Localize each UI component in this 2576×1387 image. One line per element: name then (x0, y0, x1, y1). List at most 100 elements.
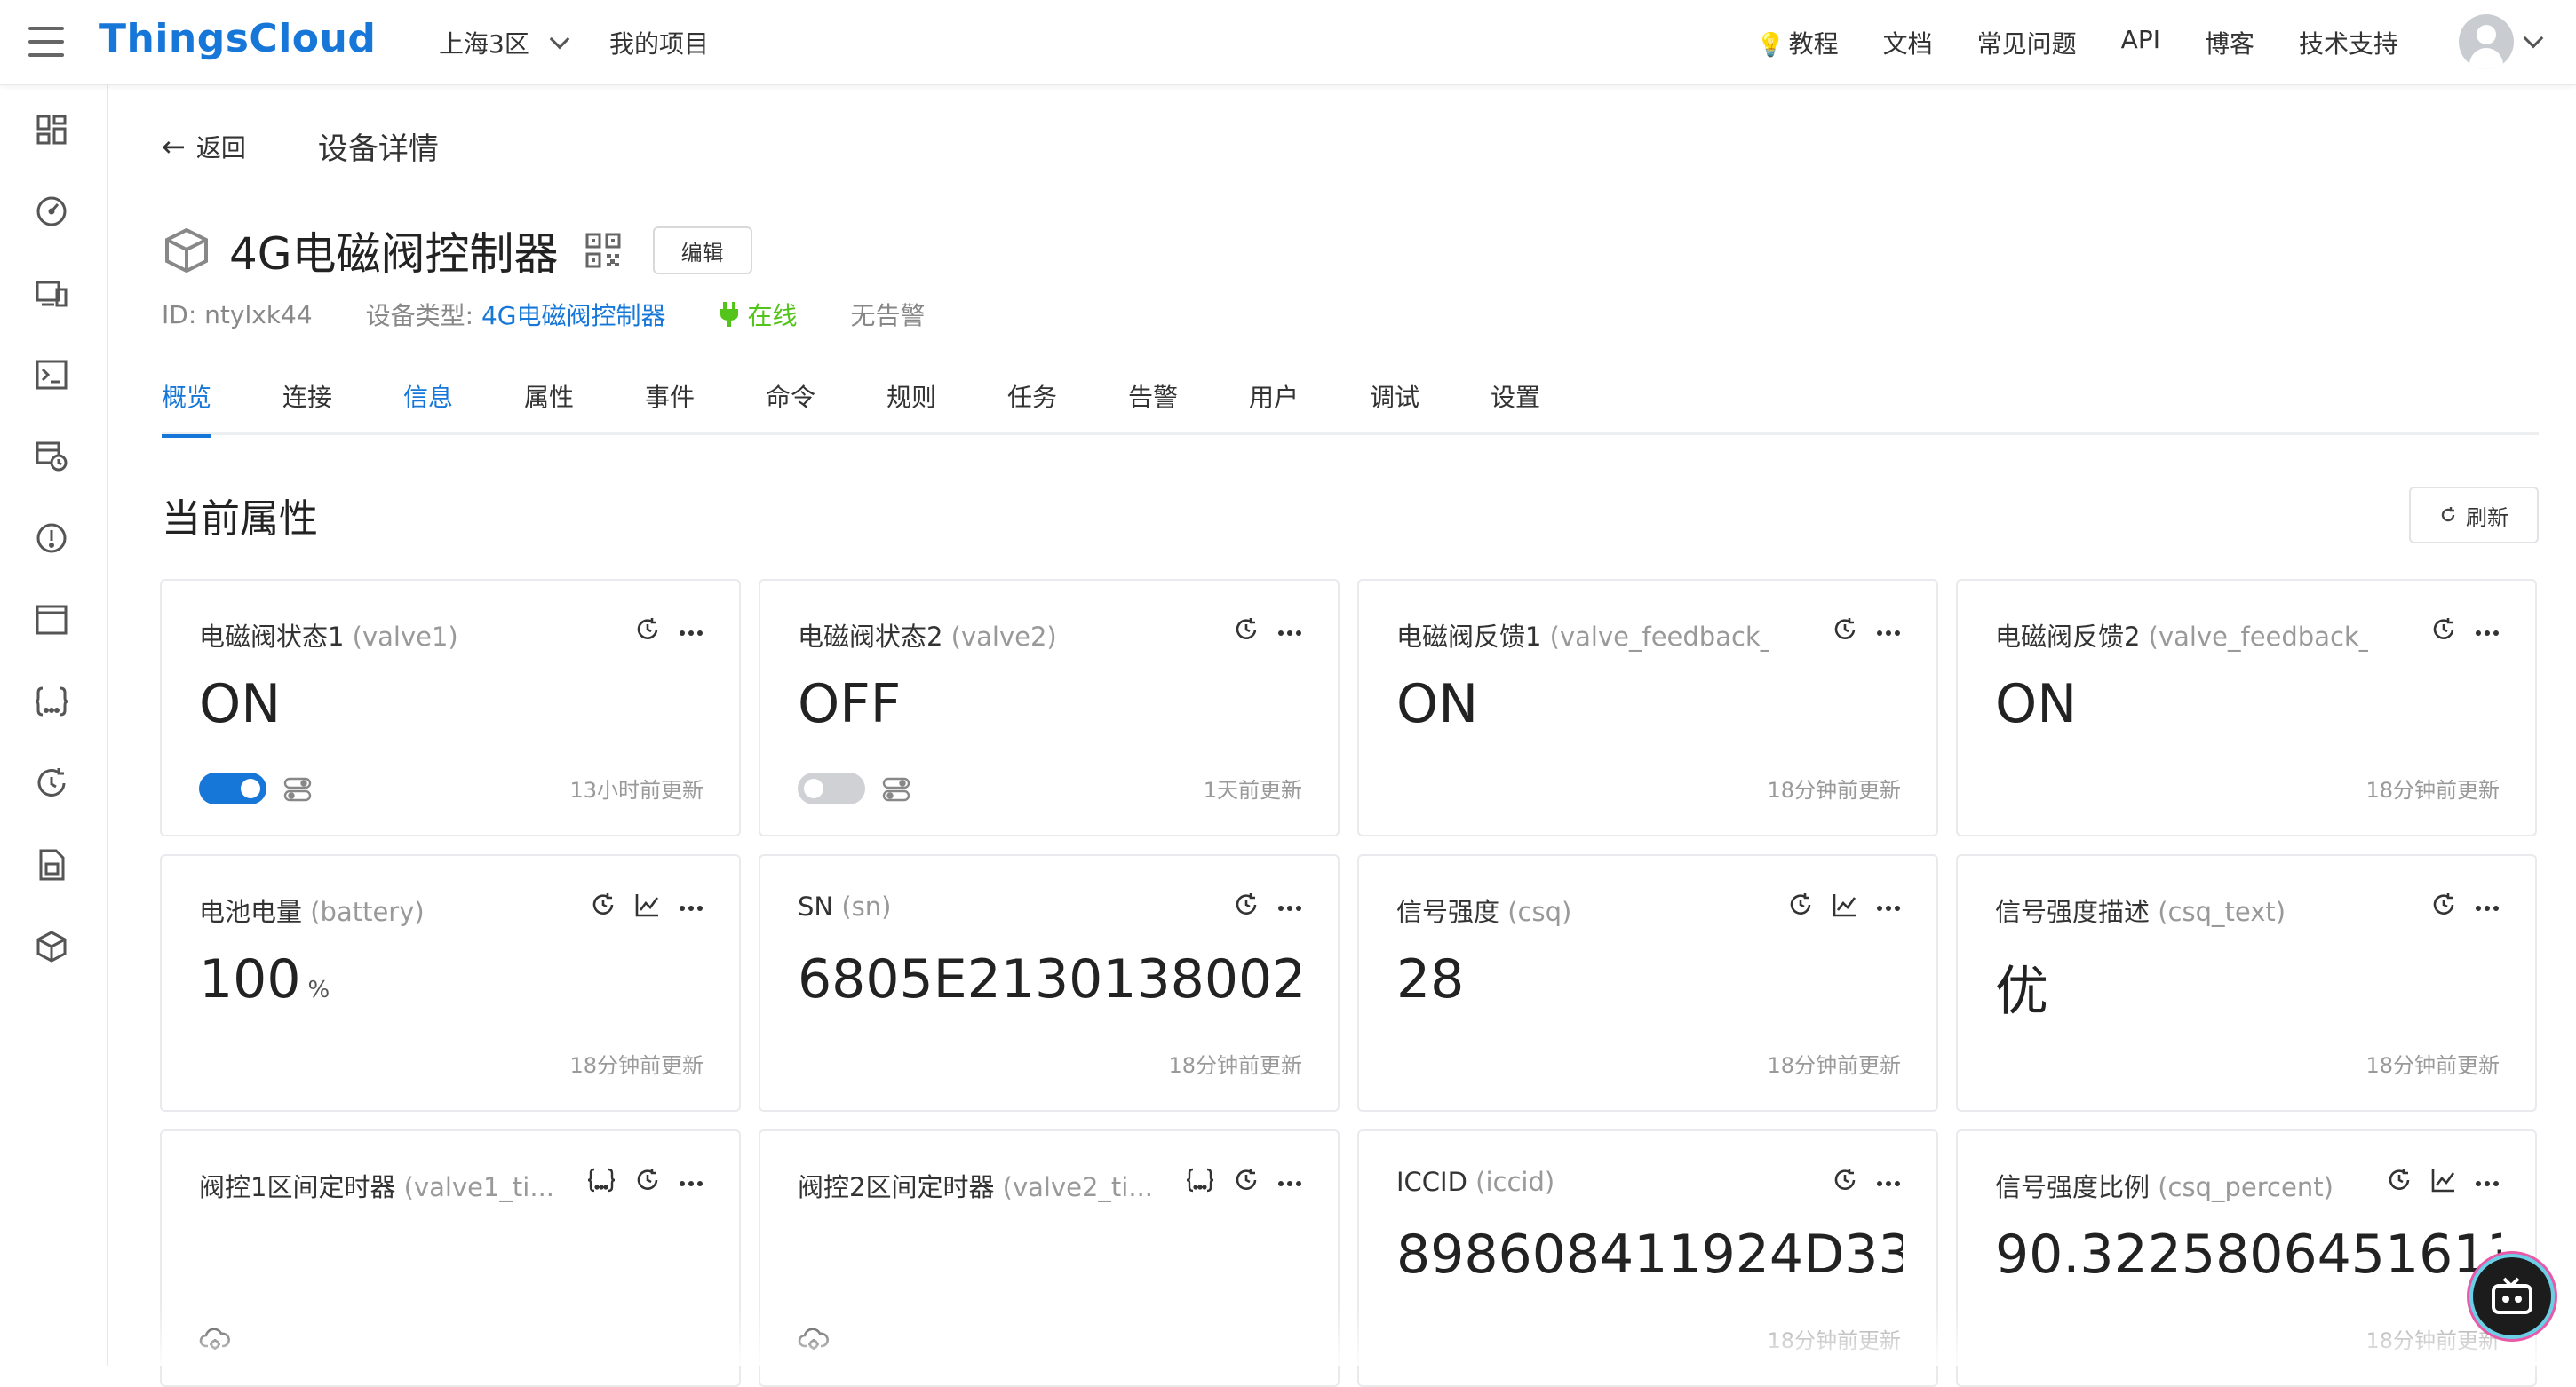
online-label: 在线 (748, 297, 798, 332)
tab-bar: 概览 连接 信息 属性 事件 命令 规则 任务 告警 用户 调试 设置 (162, 378, 2539, 435)
history-icon[interactable] (1832, 616, 1858, 646)
brand-logo[interactable]: ThingsCloud (99, 16, 376, 61)
chevron-down-icon (2524, 28, 2544, 49)
history-icon[interactable] (1233, 892, 1260, 922)
history-icon[interactable] (1787, 892, 1814, 922)
history-icon[interactable] (32, 764, 71, 803)
alert-icon[interactable] (32, 519, 71, 558)
trend-chart-icon[interactable] (2430, 1167, 2457, 1197)
valve-toggle[interactable] (199, 773, 266, 804)
more-icon[interactable] (679, 899, 704, 915)
more-icon[interactable] (1277, 623, 1302, 640)
property-card: 电池电量 (battery) 100%18分钟前更新 (160, 854, 741, 1112)
menu-icon[interactable] (28, 27, 64, 57)
device-type-link[interactable]: 4G电磁阀控制器 (481, 301, 666, 330)
package-icon[interactable] (32, 927, 71, 966)
more-icon[interactable] (1876, 623, 1901, 640)
nav-tutorial[interactable]: 💡教程 (1756, 25, 1838, 60)
valve-toggle[interactable] (798, 773, 865, 804)
tab-rules[interactable]: 规则 (886, 378, 1007, 435)
main-content: ← 返回 设备详情 4G电磁阀控制器 编辑 ID: ntylxk44 设备类型:… (108, 85, 2576, 1366)
tab-users[interactable]: 用户 (1249, 378, 1370, 435)
json-icon[interactable] (1185, 1167, 1215, 1197)
window-icon[interactable] (32, 600, 71, 639)
history-icon[interactable] (634, 1167, 661, 1197)
more-icon[interactable] (2475, 899, 2500, 915)
refresh-button[interactable]: 刷新 (2409, 487, 2539, 543)
more-icon[interactable] (1277, 1174, 1302, 1191)
more-icon[interactable] (2475, 1174, 2500, 1191)
updated-time: 18分钟前更新 (2365, 1048, 2500, 1079)
dashboard-icon[interactable] (32, 110, 71, 149)
updated-time: 1天前更新 (1204, 773, 1302, 804)
arrow-left-icon[interactable]: ← (162, 130, 186, 163)
nav-docs[interactable]: 文档 (1883, 25, 1933, 60)
property-value: 100% (199, 948, 330, 1011)
history-icon[interactable] (2430, 616, 2457, 646)
property-identifier: (csq) (1507, 897, 1571, 927)
property-value: 28 (1396, 948, 1464, 1011)
tab-attributes[interactable]: 属性 (524, 378, 645, 435)
property-name: 信号强度描述 (1995, 897, 2150, 927)
more-icon[interactable] (679, 623, 704, 640)
property-identifier: (valve1_ti... (404, 1172, 554, 1202)
json-icon[interactable] (32, 682, 71, 721)
terminal-icon[interactable] (32, 355, 71, 394)
history-icon[interactable] (590, 892, 616, 922)
nav-api[interactable]: API (2121, 25, 2160, 60)
property-value: 6805E2130138002 (798, 948, 1304, 1011)
tab-connection[interactable]: 连接 (282, 378, 403, 435)
my-projects-link[interactable]: 我的项目 (609, 25, 709, 60)
more-icon[interactable] (2475, 623, 2500, 640)
tab-events[interactable]: 事件 (645, 378, 766, 435)
json-icon[interactable] (586, 1167, 616, 1197)
tab-commands[interactable]: 命令 (766, 378, 886, 435)
back-link[interactable]: 返回 (196, 129, 246, 164)
property-value-text: 898608411924D33 (1396, 1224, 1903, 1286)
edit-button[interactable]: 编辑 (653, 226, 752, 274)
property-identifier: (valve2_ti... (1003, 1172, 1153, 1202)
more-icon[interactable] (679, 1174, 704, 1191)
tab-tasks[interactable]: 任务 (1007, 378, 1128, 435)
history-icon[interactable] (1233, 1167, 1260, 1197)
tab-overview[interactable]: 概览 (162, 378, 282, 435)
tab-info[interactable]: 信息 (403, 378, 524, 435)
devices-icon[interactable] (32, 273, 71, 313)
card-actions (1832, 1167, 1901, 1197)
switch-icon[interactable] (282, 774, 313, 808)
trend-chart-icon[interactable] (634, 892, 661, 922)
property-identifier: (csq_percent) (2158, 1172, 2334, 1202)
more-icon[interactable] (1876, 1174, 1901, 1191)
gauge-icon[interactable] (32, 192, 71, 231)
tab-debug[interactable]: 调试 (1370, 378, 1491, 435)
alarm-status: 无告警 (851, 297, 926, 332)
tv-assistant-icon[interactable] (2469, 1254, 2555, 1339)
schedule-icon[interactable] (32, 437, 71, 476)
switch-icon[interactable] (881, 774, 911, 808)
property-value: 优 (1995, 948, 2048, 1026)
tab-alarms[interactable]: 告警 (1128, 378, 1249, 435)
more-icon[interactable] (1876, 899, 1901, 915)
tab-settings[interactable]: 设置 (1491, 378, 1611, 435)
property-card: 电磁阀状态2 (valve2) OFF 1天前更新 (759, 579, 1340, 836)
card-actions (634, 616, 704, 646)
history-icon[interactable] (2430, 892, 2457, 922)
region-selector[interactable]: 上海3区 (439, 25, 567, 60)
more-icon[interactable] (1277, 899, 1302, 915)
history-icon[interactable] (1233, 616, 1260, 646)
updated-time: 18分钟前更新 (2365, 773, 2500, 804)
history-icon[interactable] (634, 616, 661, 646)
history-icon[interactable] (1832, 1167, 1858, 1197)
nav-faq[interactable]: 常见问题 (1977, 25, 2077, 60)
history-icon[interactable] (2386, 1167, 2413, 1197)
qr-code-icon[interactable] (585, 233, 621, 268)
property-value-text: 90.3225806451613 (1995, 1224, 2501, 1286)
property-name: 电磁阀反馈1 (1396, 622, 1541, 652)
nav-blog[interactable]: 博客 (2205, 25, 2254, 60)
nav-support[interactable]: 技术支持 (2299, 25, 2398, 60)
user-menu[interactable] (2459, 14, 2540, 69)
sim-card-icon[interactable] (32, 845, 71, 884)
trend-chart-icon[interactable] (1832, 892, 1858, 922)
property-title: 电磁阀状态2 (valve2) (798, 616, 1057, 654)
top-bar: ThingsCloud 上海3区 我的项目 💡教程 文档 常见问题 API 博客… (0, 0, 2576, 85)
